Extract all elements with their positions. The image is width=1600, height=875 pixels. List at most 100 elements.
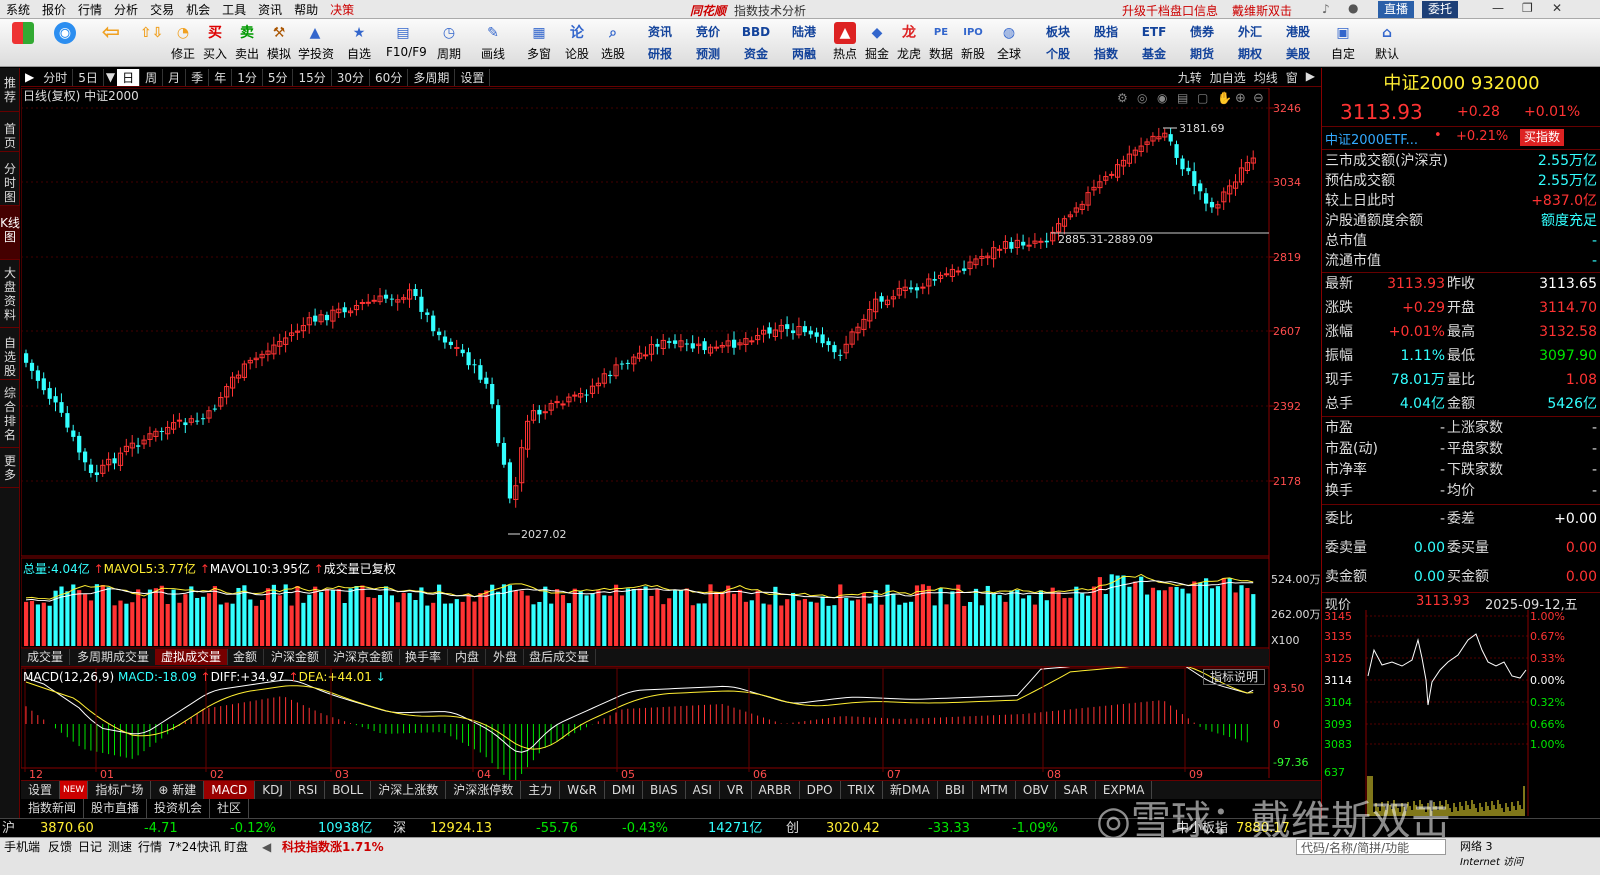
user-link[interactable]: 戴维斯双击 (1232, 2, 1292, 19)
dragon-button[interactable]: 龙龙虎 (892, 21, 926, 65)
expand-icon[interactable]: ▶ (1306, 69, 1315, 86)
speaker-icon[interactable]: ◀ (262, 839, 271, 855)
ind-settings[interactable]: 设置 (21, 781, 61, 799)
hot-button[interactable]: ▲ 热点 (828, 21, 862, 65)
menu-analysis[interactable]: 分析 (108, 1, 144, 18)
global-button[interactable]: ◍ 全球 (992, 21, 1026, 65)
sell-button[interactable]: 卖卖出 (230, 21, 264, 65)
status-hot-news[interactable]: 科技指数涨1.71% (282, 839, 384, 855)
menu-decision[interactable]: 决策 (324, 1, 360, 18)
voltab-inner[interactable]: 内盘 (449, 649, 487, 665)
grid-auction[interactable]: 竞价 (688, 23, 728, 41)
period-quarter[interactable]: 季 (186, 68, 210, 86)
menu-trade[interactable]: 交易 (144, 1, 180, 18)
tab-timeshare[interactable]: 分时图 (0, 152, 20, 206)
fix-button[interactable]: ◔ 修正 (166, 21, 200, 65)
eye-icon[interactable]: ◉ (1157, 91, 1167, 105)
minimize-icon[interactable]: — (1492, 1, 1504, 15)
grid-etf[interactable]: ETF (1134, 23, 1174, 41)
ind-up-count[interactable]: 沪深上涨数 (371, 781, 447, 799)
ind-dpo[interactable]: DPO (800, 781, 841, 799)
status-quote[interactable]: 行情 (138, 839, 162, 855)
grid-us-stock[interactable]: 美股 (1278, 45, 1318, 63)
magnet-icon[interactable]: ◎ (1137, 91, 1147, 105)
menu-market[interactable]: 行情 (72, 1, 108, 18)
tab-more[interactable]: 更多 (0, 448, 20, 488)
grid-futures-index[interactable]: 股指 (1086, 23, 1126, 41)
screener-button[interactable]: ⌕ 选股 (596, 21, 630, 65)
news-index[interactable]: 指数新闻 (21, 799, 85, 818)
watchlist-button[interactable]: ★ 自选 (342, 21, 376, 65)
tab-ranking[interactable]: 综合排名 (0, 380, 20, 448)
ind-boll[interactable]: BOLL (325, 781, 372, 799)
bell-icon[interactable]: ♪ (1322, 2, 1330, 16)
period-month[interactable]: 月 (163, 68, 187, 86)
period-15min[interactable]: 15分 (293, 68, 332, 86)
voltab-turnover[interactable]: 换手率 (399, 649, 449, 665)
ind-arbr[interactable]: ARBR (752, 781, 800, 799)
commission-button[interactable]: 委托 (1422, 1, 1459, 18)
grid-index[interactable]: 指数 (1086, 45, 1126, 63)
ind-limit-up[interactable]: 沪深涨停数 (446, 781, 522, 799)
ind-vr[interactable]: VR (720, 781, 752, 799)
news-opportunity[interactable]: 投资机会 (147, 799, 211, 818)
robot-button[interactable]: ◉ (48, 21, 82, 65)
buy-button[interactable]: 买买入 (198, 21, 232, 65)
status-feedback[interactable]: 反馈 (48, 839, 72, 855)
grid-fund[interactable]: 基金 (1134, 45, 1174, 63)
ind-new[interactable]: ⊕ 新建 (151, 781, 205, 799)
zoom-out-icon[interactable]: ⊖ (1253, 91, 1264, 106)
news-community[interactable]: 社区 (210, 799, 250, 818)
tab-home[interactable]: 首页 (0, 112, 20, 152)
menu-system[interactable]: 系统 (0, 1, 36, 18)
status-watch[interactable]: 盯盘 (224, 839, 248, 855)
back-button[interactable]: ⇦ (94, 21, 128, 65)
period-settings[interactable]: 设置 (455, 68, 491, 86)
ind-square[interactable]: 指标广场 (88, 781, 152, 799)
voltab-amount[interactable]: 金额 (227, 649, 265, 665)
period-5day[interactable]: 5日 (73, 68, 104, 86)
grid-news[interactable]: 资讯 (640, 23, 680, 41)
tab-my-stocks[interactable]: 自选股 (0, 328, 20, 380)
simulate-button[interactable]: ⚒ 模拟 (262, 21, 296, 65)
ind-obv[interactable]: OBV (1016, 781, 1057, 799)
grid-research[interactable]: 研报 (640, 45, 680, 63)
settings-icon[interactable]: ⚙ (1117, 91, 1128, 105)
status-diary[interactable]: 日记 (78, 839, 102, 855)
chart-tool-icons[interactable]: ⚙ ◎ ◉ ▤ ▢ ✋ ⊕ ⊖ (1117, 91, 1264, 106)
period-year[interactable]: 年 (209, 68, 233, 86)
ind-kdj[interactable]: KDJ (255, 781, 291, 799)
status-search-input[interactable]: 代码/名称/简拼/功能 (1296, 839, 1446, 855)
custom-button[interactable]: ▣ 自定 (1326, 21, 1360, 65)
grid-bonds[interactable]: 债券 (1182, 23, 1222, 41)
learn-button[interactable]: ▲ 学投资 (298, 21, 334, 65)
ind-mtm[interactable]: MTM (973, 781, 1016, 799)
voltab-hsj-amount[interactable]: 沪深京金额 (327, 649, 401, 665)
forum-button[interactable]: 论论股 (560, 21, 594, 65)
period-multi[interactable]: 多周期 (408, 68, 456, 86)
voltab-outer[interactable]: 外盘 (487, 649, 525, 665)
period-timeshare[interactable]: 分时 (38, 68, 74, 86)
ma-button[interactable]: 均线 (1254, 69, 1278, 86)
default-button[interactable]: ⌂ 默认 (1370, 21, 1404, 65)
tab-kline[interactable]: K线图 (0, 206, 20, 260)
news-live[interactable]: 股市直播 (84, 799, 148, 818)
ind-main-force[interactable]: 主力 (521, 781, 561, 799)
ind-macd[interactable]: MACD (204, 781, 256, 799)
grid-hk-stock[interactable]: 港股 (1278, 23, 1318, 41)
grid-hk-connect[interactable]: 陆港 (784, 23, 824, 41)
jiuzhuan-button[interactable]: 九转 (1178, 69, 1202, 86)
lock-icon[interactable]: ▢ (1197, 91, 1208, 105)
ind-dmi[interactable]: DMI (605, 781, 643, 799)
buy-index-button[interactable]: 买指数 (1520, 129, 1565, 146)
menu-help[interactable]: 帮助 (288, 1, 324, 18)
ind-bias[interactable]: BIAS (643, 781, 686, 799)
ind-asi[interactable]: ASI (686, 781, 720, 799)
ind-bbi[interactable]: BBI (938, 781, 973, 799)
grid-margin[interactable]: 两融 (784, 45, 824, 63)
dig-button[interactable]: ◆ 掘金 (860, 21, 894, 65)
add-watch-button[interactable]: 加自选 (1210, 69, 1246, 86)
indicator-help-button[interactable]: 指标说明 (1203, 669, 1266, 685)
ind-rsi[interactable]: RSI (291, 781, 326, 799)
up-down-button[interactable]: ⇧⇩ (134, 21, 168, 65)
